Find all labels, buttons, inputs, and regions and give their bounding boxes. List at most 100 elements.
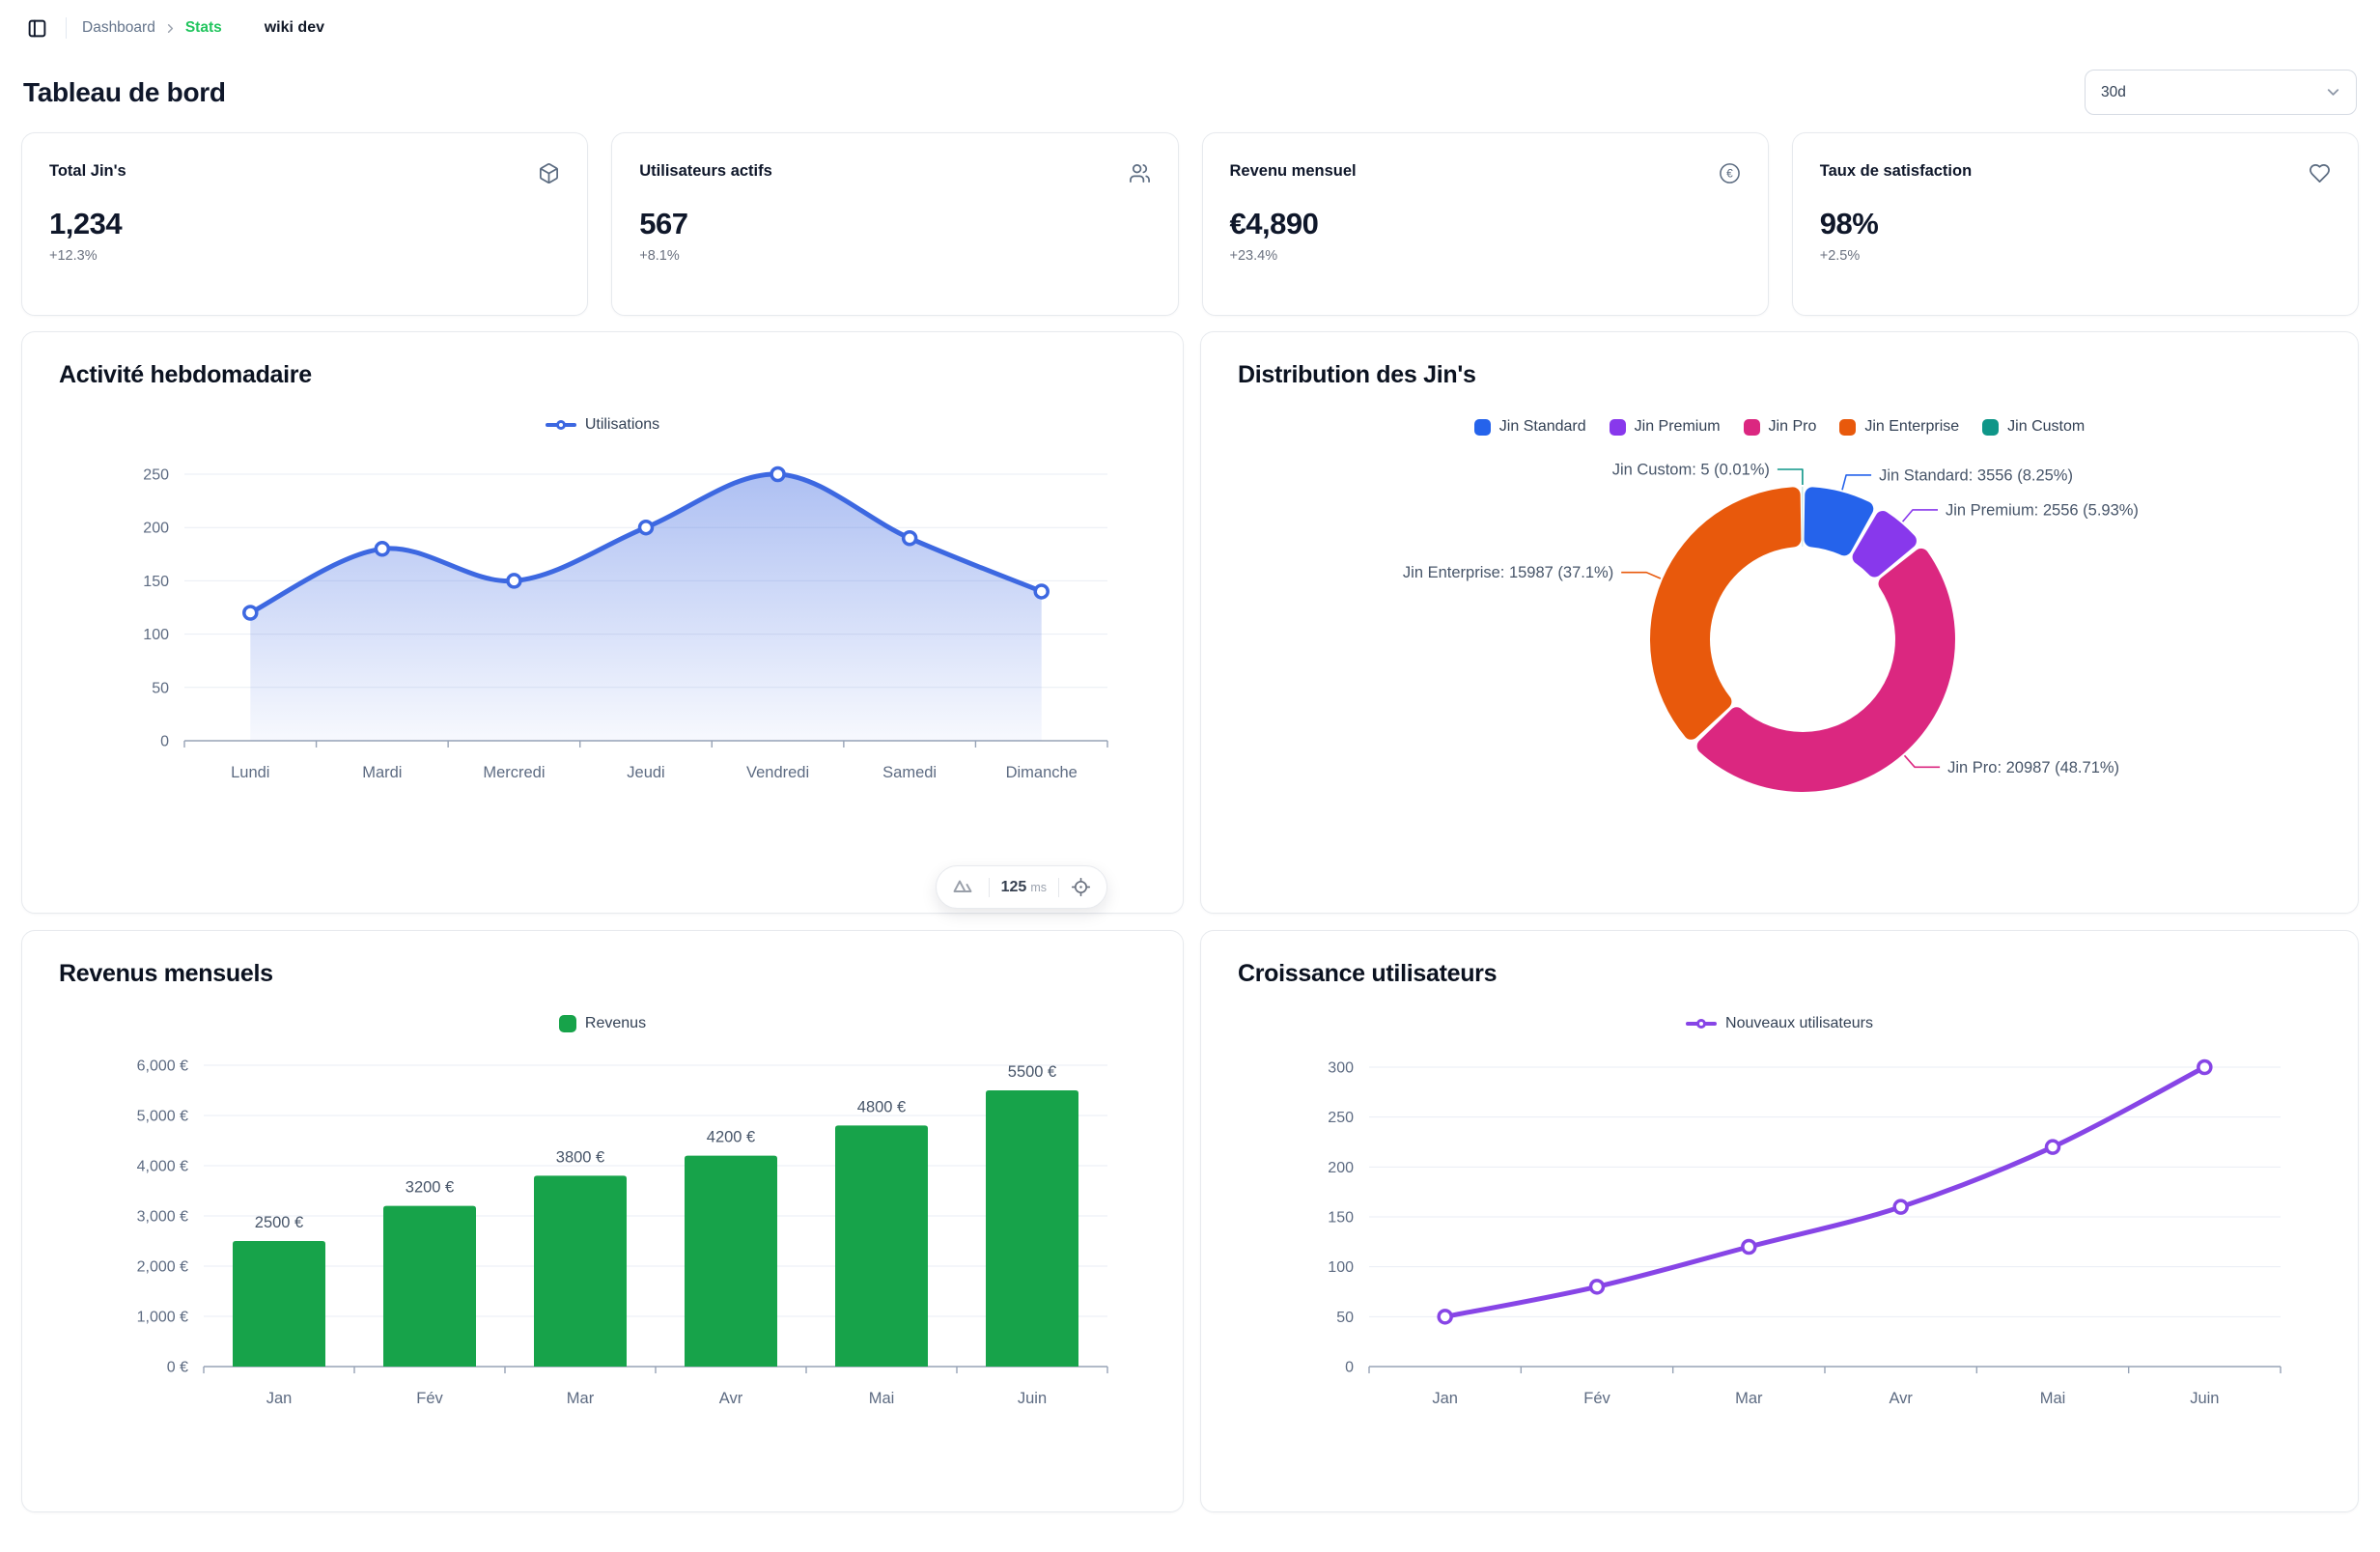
svg-text:50: 50 bbox=[1336, 1310, 1354, 1326]
legend-swatch bbox=[1982, 419, 1999, 436]
chart-title: Distribution des Jin's bbox=[1238, 361, 2321, 389]
stat-label: Total Jin's bbox=[49, 162, 126, 181]
svg-text:Mardi: Mardi bbox=[362, 764, 402, 781]
period-selector-value: 30d bbox=[2101, 84, 2126, 101]
chart-title: Activité hebdomadaire bbox=[59, 361, 1146, 389]
stat-value: 567 bbox=[639, 207, 1150, 241]
donut-callout-label: Jin Premium: 2556 (5.93%) bbox=[1946, 501, 2139, 519]
svg-text:200: 200 bbox=[1328, 1160, 1354, 1176]
legend-item[interactable]: Nouveaux utilisateurs bbox=[1686, 1015, 1873, 1032]
mountains-icon bbox=[952, 878, 977, 897]
legend-item[interactable]: Revenus bbox=[559, 1015, 646, 1032]
legend-label: Utilisations bbox=[585, 416, 659, 434]
stat-change: +12.3% bbox=[49, 248, 560, 264]
panel-left-icon bbox=[27, 18, 47, 39]
svg-text:Vendredi: Vendredi bbox=[746, 764, 809, 781]
latency-unit: ms bbox=[1030, 881, 1047, 894]
svg-text:3800 €: 3800 € bbox=[556, 1148, 604, 1166]
users-icon bbox=[1129, 162, 1151, 189]
svg-text:Samedi: Samedi bbox=[882, 764, 937, 781]
svg-text:1,000 €: 1,000 € bbox=[137, 1310, 188, 1326]
legend-item[interactable]: Jin Pro bbox=[1744, 418, 1817, 436]
stat-label: Revenu mensuel bbox=[1230, 162, 1357, 181]
app-name: wiki dev bbox=[265, 19, 324, 37]
monthly-revenue-card: Revenus mensuels Revenus 0 €1,000 €2,000… bbox=[21, 930, 1184, 1512]
pill-divider bbox=[989, 878, 990, 897]
euro-icon: € bbox=[1719, 162, 1741, 189]
sidebar-toggle-button[interactable] bbox=[23, 14, 50, 42]
chart-title: Revenus mensuels bbox=[59, 960, 1146, 988]
legend-item[interactable]: Utilisations bbox=[546, 416, 659, 434]
svg-text:4200 €: 4200 € bbox=[707, 1129, 755, 1146]
jin-distribution-legend: Jin Standard Jin Premium Jin Pro Jin Enterp… bbox=[1238, 418, 2321, 436]
legend-label: Jin Enterprise bbox=[1864, 418, 1959, 436]
legend-item[interactable]: Jin Custom bbox=[1982, 418, 2085, 436]
svg-text:100: 100 bbox=[1328, 1259, 1354, 1276]
svg-text:50: 50 bbox=[152, 680, 169, 696]
user-growth-legend: Nouveaux utilisateurs bbox=[1238, 1015, 2321, 1032]
legend-item[interactable]: Jin Standard bbox=[1474, 418, 1586, 436]
svg-text:0: 0 bbox=[1345, 1360, 1354, 1376]
breadcrumb-dashboard[interactable]: Dashboard bbox=[82, 19, 155, 37]
stat-label: Taux de satisfaction bbox=[1820, 162, 1972, 181]
legend-swatch bbox=[1610, 419, 1626, 436]
donut-callout-label: Jin Standard: 3556 (8.25%) bbox=[1879, 466, 2073, 484]
svg-text:Avr: Avr bbox=[719, 1390, 743, 1407]
svg-text:€: € bbox=[1726, 167, 1733, 181]
stat-change: +8.1% bbox=[639, 248, 1150, 264]
svg-text:150: 150 bbox=[143, 574, 169, 590]
donut-callout-label: Jin Enterprise: 15987 (37.1%) bbox=[1403, 564, 1613, 581]
svg-text:4800 €: 4800 € bbox=[857, 1098, 906, 1115]
legend-item[interactable]: Jin Enterprise bbox=[1839, 418, 1959, 436]
svg-text:3200 €: 3200 € bbox=[406, 1179, 454, 1197]
svg-text:Mar: Mar bbox=[567, 1390, 595, 1407]
legend-label: Jin Standard bbox=[1499, 418, 1586, 436]
stat-change: +23.4% bbox=[1230, 248, 1741, 264]
legend-label: Jin Pro bbox=[1769, 418, 1817, 436]
latency-value: 125 bbox=[1001, 879, 1027, 896]
stat-card-satisfaction: Taux de satisfaction 98% +2.5% bbox=[1792, 132, 2359, 316]
svg-text:150: 150 bbox=[1328, 1210, 1354, 1227]
period-selector[interactable]: 30d bbox=[2085, 70, 2357, 115]
stat-value: 98% bbox=[1820, 207, 2331, 241]
svg-text:Jan: Jan bbox=[266, 1390, 293, 1407]
svg-text:Dimanche: Dimanche bbox=[1006, 764, 1078, 781]
monthly-revenue-chart: 0 €1,000 €2,000 €3,000 €4,000 €5,000 €6,… bbox=[59, 1038, 1146, 1453]
svg-text:6,000 €: 6,000 € bbox=[137, 1058, 188, 1075]
svg-text:Fév: Fév bbox=[416, 1390, 443, 1407]
svg-text:0: 0 bbox=[160, 734, 169, 750]
jin-distribution-chart: Jin Standard: 3556 (8.25%) Jin Premium: 2… bbox=[1238, 441, 2319, 895]
svg-text:Mar: Mar bbox=[1735, 1390, 1763, 1407]
legend-swatch bbox=[1474, 419, 1491, 436]
donut-callout-label: Jin Pro: 20987 (48.71%) bbox=[1947, 759, 2119, 776]
chevron-down-icon bbox=[2324, 83, 2342, 101]
jin-distribution-card: Distribution des Jin's Jin Standard Jin P… bbox=[1200, 331, 2359, 914]
legend-swatch bbox=[559, 1015, 576, 1032]
stat-card-monthly-revenue: Revenu mensuel € €4,890 +23.4% bbox=[1202, 132, 1769, 316]
weekly-activity-chart: 050100150200250LundiMardiMercrediJeudiVe… bbox=[59, 439, 1146, 845]
topbar-divider bbox=[66, 17, 67, 39]
legend-swatch bbox=[1744, 419, 1760, 436]
svg-text:2500 €: 2500 € bbox=[255, 1214, 303, 1231]
topbar: Dashboard Stats wiki dev bbox=[0, 0, 2380, 56]
svg-text:100: 100 bbox=[143, 627, 169, 643]
latency-readout: 125 ms bbox=[1001, 879, 1047, 896]
crosshair-icon[interactable] bbox=[1071, 877, 1091, 897]
legend-label: Jin Premium bbox=[1635, 418, 1721, 436]
svg-text:Mai: Mai bbox=[869, 1390, 895, 1407]
legend-item[interactable]: Jin Premium bbox=[1610, 418, 1721, 436]
package-icon bbox=[538, 162, 560, 189]
stat-card-total-jins: Total Jin's 1,234 +12.3% bbox=[21, 132, 588, 316]
monthly-revenue-legend: Revenus bbox=[59, 1015, 1146, 1032]
latency-pill[interactable]: 125 ms bbox=[936, 865, 1107, 909]
heart-icon bbox=[2309, 162, 2331, 189]
svg-text:Juin: Juin bbox=[2190, 1390, 2219, 1407]
svg-text:250: 250 bbox=[143, 467, 169, 484]
stat-label: Utilisateurs actifs bbox=[639, 162, 772, 181]
charts-grid: Activité hebdomadaire Utilisations 0 50 10… bbox=[0, 316, 2380, 1512]
breadcrumb: Dashboard Stats bbox=[82, 19, 222, 37]
stat-value: 1,234 bbox=[49, 207, 560, 241]
legend-label: Jin Custom bbox=[2007, 418, 2085, 436]
legend-swatch bbox=[1839, 419, 1856, 436]
svg-text:Lundi: Lundi bbox=[231, 764, 269, 781]
